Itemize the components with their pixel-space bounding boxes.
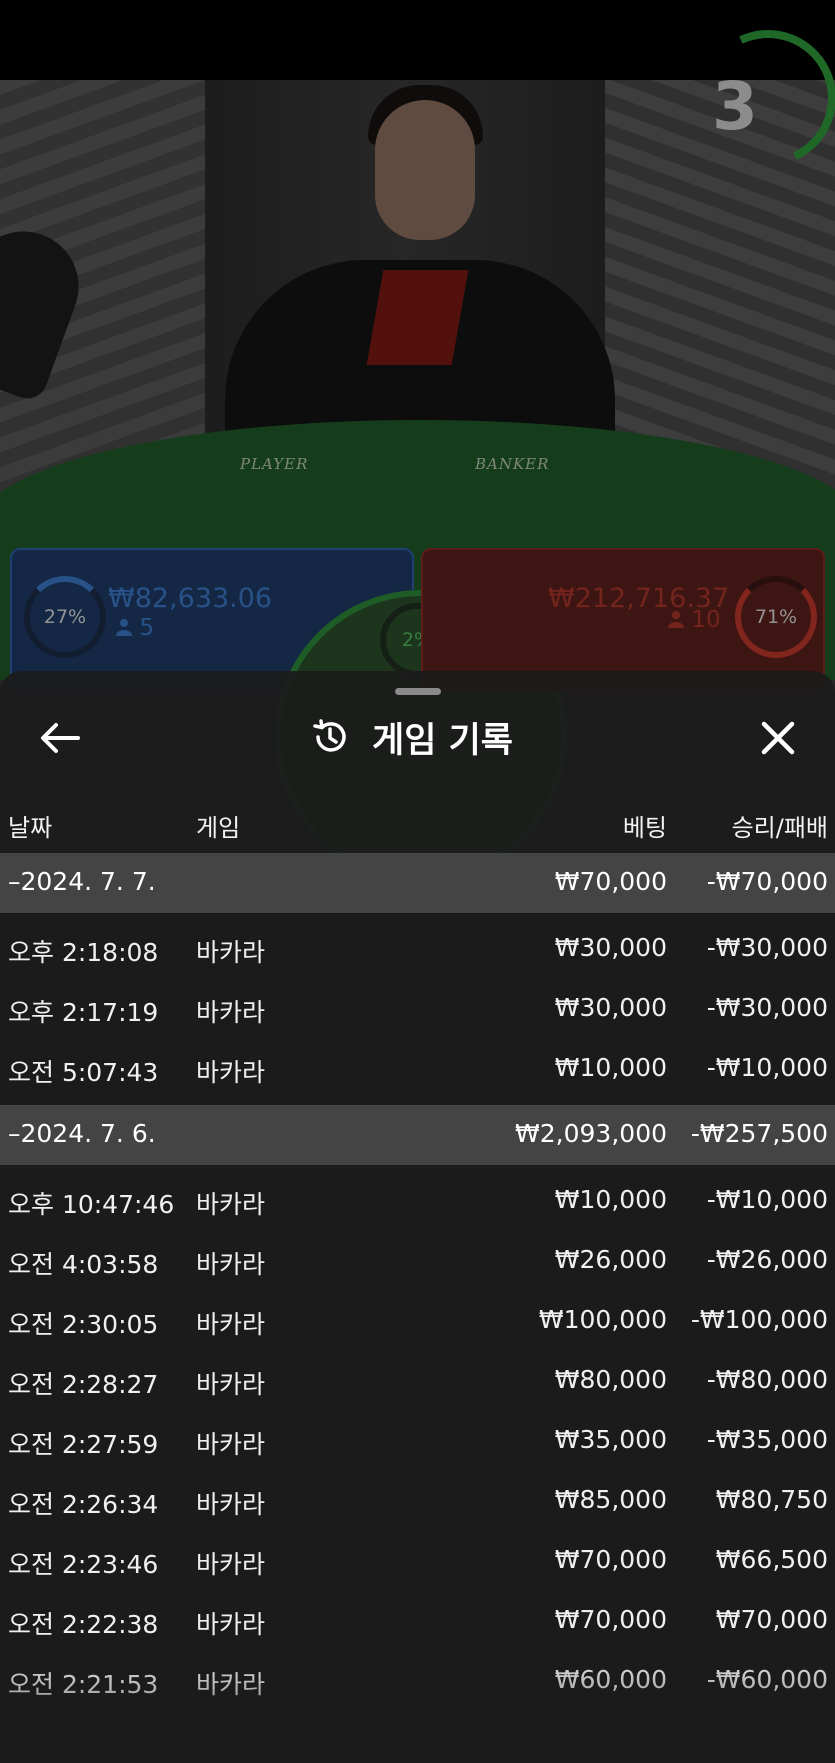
column-header-result[interactable]: 승리/패배 (732, 808, 828, 843)
row-result: -₩26,000 (706, 1245, 828, 1274)
column-header-game[interactable]: 게임 (196, 808, 240, 843)
row-game: 바카라 (196, 1610, 266, 1639)
drag-handle[interactable] (395, 688, 441, 695)
row-result: ₩66,500 (715, 1545, 828, 1574)
row-date: 오전 2:27:59 (8, 1430, 159, 1459)
row-date: 오전 2:30:05 (8, 1310, 159, 1339)
close-icon (761, 721, 795, 755)
row-result: -₩257,500 (690, 1119, 828, 1148)
row-result: -₩100,000 (690, 1305, 828, 1334)
history-row[interactable]: 오전 2:21:53 바카라 ₩60,000 -₩60,000 (0, 1651, 835, 1711)
history-row[interactable]: 오후 2:17:19 바카라 ₩30,000 -₩30,000 (0, 979, 835, 1039)
row-date: 오후 10:47:46 (8, 1190, 175, 1219)
row-bet: ₩30,000 (554, 933, 667, 962)
row-date: 오전 2:28:27 (8, 1370, 159, 1399)
row-bet: ₩80,000 (554, 1365, 667, 1394)
row-date: 오전 2:21:53 (8, 1670, 159, 1699)
row-game: 바카라 (196, 1250, 266, 1279)
row-date: 오후 2:18:08 (8, 938, 159, 967)
arrow-left-icon (41, 723, 80, 753)
row-game: 바카라 (196, 1370, 266, 1399)
row-result: -₩70,000 (706, 867, 828, 896)
row-result: -₩80,000 (706, 1365, 828, 1394)
history-row[interactable]: 오후 2:18:08 바카라 ₩30,000 -₩30,000 (0, 919, 835, 979)
row-date: –2024. 7. 7. (8, 867, 156, 896)
row-bet: ₩35,000 (554, 1425, 667, 1454)
history-row[interactable]: 오후 10:47:46 바카라 ₩10,000 -₩10,000 (0, 1171, 835, 1231)
row-game: 바카라 (196, 1670, 266, 1699)
column-header-bet[interactable]: 베팅 (623, 808, 667, 843)
row-date: 오전 2:23:46 (8, 1550, 159, 1579)
sheet-header: 게임 기록 (310, 712, 513, 762)
row-game: 바카라 (196, 1550, 266, 1579)
row-game: 바카라 (196, 998, 266, 1027)
row-date: 오전 4:03:58 (8, 1250, 159, 1279)
row-date: 오전 2:26:34 (8, 1490, 159, 1519)
history-row[interactable]: 오전 2:22:38 바카라 ₩70,000 ₩70,000 (0, 1591, 835, 1651)
row-date: 오후 2:17:19 (8, 998, 159, 1027)
row-result: ₩70,000 (715, 1605, 828, 1634)
row-date: 오전 2:22:38 (8, 1610, 159, 1639)
row-game: 바카라 (196, 1310, 266, 1339)
row-bet: ₩10,000 (554, 1185, 667, 1214)
row-bet: ₩70,000 (554, 1545, 667, 1574)
row-bet: ₩26,000 (554, 1245, 667, 1274)
history-row[interactable]: 오전 4:03:58 바카라 ₩26,000 -₩26,000 (0, 1231, 835, 1291)
row-bet: ₩85,000 (554, 1485, 667, 1514)
date-group-row[interactable]: –2024. 7. 6. ₩2,093,000 -₩257,500 (0, 1105, 835, 1165)
close-button[interactable] (755, 716, 801, 760)
history-row[interactable]: 오전 2:30:05 바카라 ₩100,000 -₩100,000 (0, 1291, 835, 1351)
row-date: –2024. 7. 6. (8, 1119, 156, 1148)
row-result: -₩60,000 (706, 1665, 828, 1694)
row-game: 바카라 (196, 1058, 266, 1087)
row-result: -₩35,000 (706, 1425, 828, 1454)
history-icon (313, 719, 346, 752)
row-game: 바카라 (196, 1430, 266, 1459)
date-group-row[interactable]: –2024. 7. 7. ₩70,000 -₩70,000 (0, 853, 835, 913)
history-row[interactable]: 오전 2:27:59 바카라 ₩35,000 -₩35,000 (0, 1411, 835, 1471)
row-bet: ₩10,000 (554, 1053, 667, 1082)
history-row[interactable]: 오전 2:23:46 바카라 ₩70,000 ₩66,500 (0, 1531, 835, 1591)
history-row[interactable]: 오전 5:07:43 바카라 ₩10,000 -₩10,000 (0, 1039, 835, 1099)
row-result: -₩10,000 (706, 1185, 828, 1214)
row-result: ₩80,750 (715, 1485, 828, 1514)
row-bet: ₩30,000 (554, 993, 667, 1022)
sheet-title: 게임 기록 (372, 720, 513, 761)
row-bet: ₩60,000 (554, 1665, 667, 1694)
row-date: 오전 5:07:43 (8, 1058, 159, 1087)
history-row[interactable]: 오전 2:26:34 바카라 ₩85,000 ₩80,750 (0, 1471, 835, 1531)
row-bet: ₩100,000 (538, 1305, 667, 1334)
row-result: -₩30,000 (706, 993, 828, 1022)
history-row[interactable]: 오전 2:28:27 바카라 ₩80,000 -₩80,000 (0, 1351, 835, 1411)
row-bet: ₩70,000 (554, 1605, 667, 1634)
row-result: -₩30,000 (706, 933, 828, 962)
row-game: 바카라 (196, 1190, 266, 1219)
row-bet: ₩2,093,000 (515, 1119, 667, 1148)
row-bet: ₩70,000 (554, 867, 667, 896)
row-game: 바카라 (196, 1490, 266, 1519)
row-game: 바카라 (196, 938, 266, 967)
column-header-date[interactable]: 날짜 (8, 808, 52, 843)
back-button[interactable] (38, 718, 82, 758)
row-result: -₩10,000 (706, 1053, 828, 1082)
